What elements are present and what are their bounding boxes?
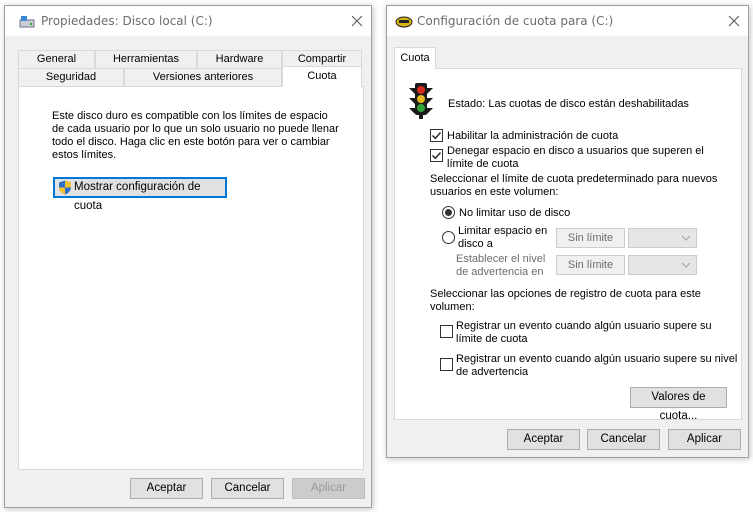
tab-quota[interactable]: Cuota — [394, 47, 436, 69]
window-title: Propiedades: Disco local (C:) — [41, 14, 213, 28]
limit-space-radio[interactable] — [442, 231, 455, 244]
log-over-limit-label: Registrar un evento cuando algún usuario… — [456, 320, 712, 345]
accept-button[interactable]: Aceptar — [507, 429, 580, 450]
enable-quota-label: Habilitar la administración de cuota — [447, 130, 619, 142]
no-limit-label: No limitar uso de disco — [459, 207, 571, 219]
quota-status: Estado: Las cuotas de disco están deshab… — [448, 98, 689, 110]
close-icon[interactable] — [728, 15, 740, 27]
tab-hardware[interactable]: Hardware — [197, 50, 282, 68]
quota-values-button[interactable]: Valores de cuota... — [630, 387, 727, 422]
close-icon[interactable] — [351, 15, 363, 27]
quota-settings-window: Configuración de cuota para (C:) Cuota E… — [386, 5, 749, 458]
chevron-down-icon — [681, 262, 691, 268]
check-icon — [432, 132, 442, 140]
cancel-button[interactable]: Cancelar — [211, 478, 284, 499]
warning-level-label: Establecer el nivel de advertencia en — [456, 253, 546, 278]
quota-titlebar: Configuración de cuota para (C:) — [387, 6, 748, 36]
apply-button[interactable]: Aplicar — [668, 429, 741, 450]
quota-panel: Estado: Las cuotas de disco están deshab… — [394, 68, 742, 422]
limit-unit-select[interactable] — [628, 228, 697, 248]
window-title: Configuración de cuota para (C:) — [417, 14, 614, 28]
check-icon — [432, 152, 442, 160]
tab-previous-versions[interactable]: Versiones anteriores — [124, 68, 282, 86]
log-over-warning-label: Registrar un evento cuando algún usuario… — [456, 353, 738, 378]
default-limit-heading: Seleccionar el límite de cuota predeterm… — [430, 173, 718, 198]
limit-space-label: Limitar espacio en disco a — [458, 225, 548, 250]
shield-icon — [59, 180, 71, 195]
tab-tools[interactable]: Herramientas — [95, 50, 197, 68]
tab-security[interactable]: Seguridad — [18, 68, 124, 86]
logging-heading: Seleccionar las opciones de registro de … — [430, 288, 701, 313]
warning-level-input[interactable]: Sin límite — [556, 255, 625, 275]
quota-description: Este disco duro es compatible con los lí… — [52, 110, 339, 161]
log-over-limit-checkbox[interactable] — [440, 325, 453, 338]
warning-unit-select[interactable] — [628, 255, 697, 275]
drive-quota-icon — [395, 16, 413, 28]
cancel-button[interactable]: Cancelar — [587, 429, 660, 450]
log-over-warning-checkbox[interactable] — [440, 358, 453, 371]
chevron-down-icon — [681, 235, 691, 241]
properties-window: Propiedades: Disco local (C:) General He… — [4, 5, 372, 508]
drive-icon — [19, 16, 35, 28]
apply-button[interactable]: Aplicar — [292, 478, 365, 499]
show-quota-settings-button[interactable]: Mostrar configuración de cuota — [53, 177, 227, 212]
show-quota-settings-label: Mostrar configuración de cuota — [74, 181, 201, 212]
deny-space-checkbox[interactable] — [430, 149, 443, 162]
limit-space-input[interactable]: Sin límite — [556, 228, 625, 248]
traffic-light-icon — [409, 83, 433, 119]
tab-general[interactable]: General — [18, 50, 95, 68]
properties-titlebar: Propiedades: Disco local (C:) — [5, 6, 371, 36]
enable-quota-checkbox[interactable] — [430, 129, 443, 142]
no-limit-radio[interactable] — [442, 206, 455, 219]
tab-quota[interactable]: Cuota — [282, 66, 362, 87]
deny-space-label: Denegar espacio en disco a usuarios que … — [447, 145, 704, 170]
quota-tab-panel: Este disco duro es compatible con los lí… — [18, 86, 364, 470]
accept-button[interactable]: Aceptar — [130, 478, 203, 499]
